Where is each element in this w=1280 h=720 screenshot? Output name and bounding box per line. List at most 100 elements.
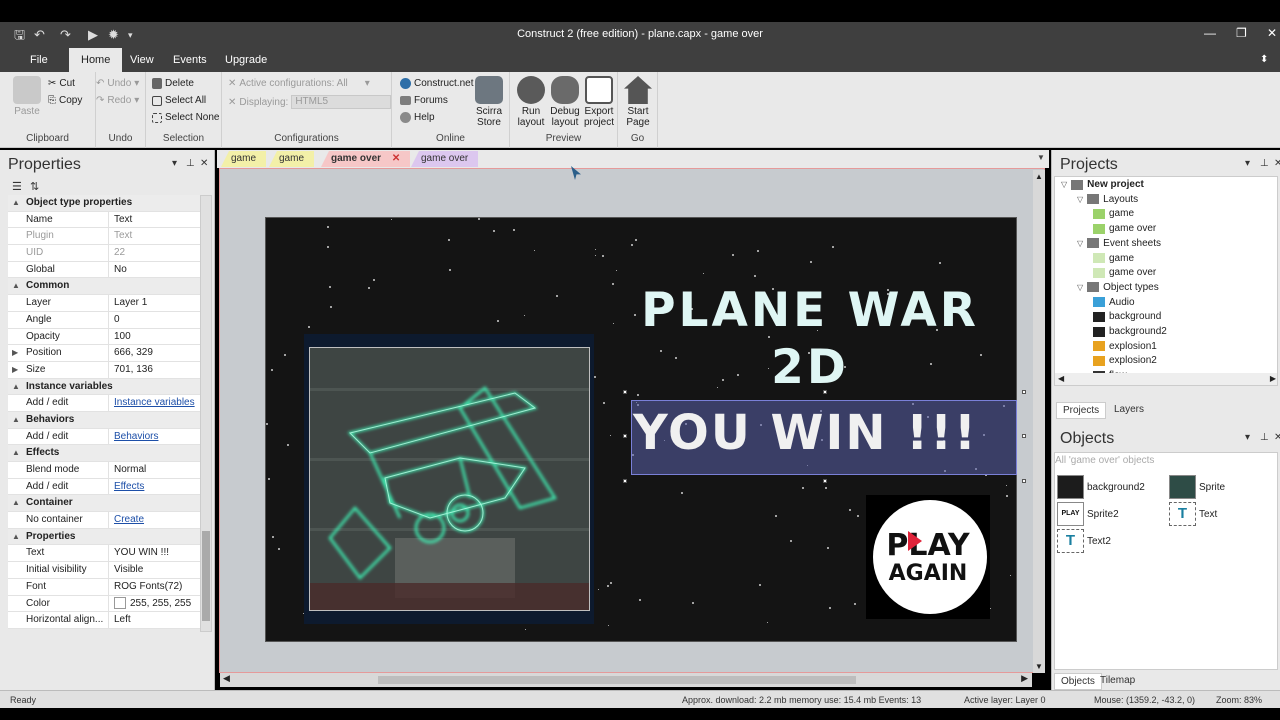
canvas-horizontal-scrollbar[interactable]: ◀ ▶ (220, 673, 1032, 687)
property-value[interactable]: Layer 1 (109, 295, 200, 311)
active-configurations-dropdown[interactable]: ✕ Active configurations: All ▾ (228, 78, 370, 89)
property-row[interactable]: ▶ Position 666, 329 (8, 345, 200, 362)
resize-handle[interactable] (1022, 434, 1026, 438)
tree-item[interactable]: game over (1093, 223, 1156, 234)
property-value[interactable]: ROG Fonts(72) (109, 579, 200, 595)
tab-layers[interactable]: Layers (1108, 402, 1150, 417)
expand-icon[interactable]: ▶ (12, 362, 18, 378)
objects-filter-input[interactable]: All 'game over' objects (1055, 455, 1154, 466)
property-row[interactable]: Initial visibility Visible (8, 562, 200, 579)
expand-icon[interactable]: ▶ (12, 345, 18, 361)
collapse-icon[interactable]: ▲ (12, 195, 20, 211)
property-value[interactable]: Normal (109, 462, 200, 478)
property-row[interactable]: UID 22 (8, 245, 200, 262)
pin-icon[interactable]: ⊥ (186, 158, 195, 169)
tree-expander-icon[interactable]: ▽ (1077, 283, 1083, 292)
property-value[interactable]: 255, 255, 255 (109, 596, 200, 612)
copy-button[interactable]: ⎘ Copy (48, 95, 82, 106)
properties-scroll-thumb[interactable] (202, 531, 210, 621)
object-item[interactable]: background2 (1057, 475, 1145, 499)
property-row[interactable]: Blend mode Normal (8, 462, 200, 479)
menu-file[interactable]: File (20, 48, 58, 72)
property-value[interactable]: 22 (109, 245, 200, 261)
panel-menu-icon[interactable]: ▾ (172, 158, 177, 169)
play-again-button[interactable]: PLAY AGAIN (866, 495, 990, 619)
property-category[interactable]: ▲ Container (8, 495, 200, 513)
property-row[interactable]: Font ROG Fonts(72) (8, 578, 200, 596)
property-row[interactable]: Angle 0 (8, 311, 200, 329)
tree-scroll-left-icon[interactable]: ◀ (1058, 374, 1064, 383)
property-row[interactable]: Add / edit Instance variables (8, 395, 200, 412)
forums-link[interactable]: Forums (400, 95, 448, 106)
property-value[interactable]: 0 (109, 312, 200, 328)
property-row[interactable]: Layer Layer 1 (8, 295, 200, 312)
resize-handle[interactable] (823, 479, 827, 483)
color-swatch[interactable] (114, 596, 126, 609)
property-row[interactable]: Add / edit Effects (8, 478, 200, 496)
scroll-left-icon[interactable]: ◀ (223, 673, 230, 684)
property-value[interactable]: Create (109, 512, 200, 528)
construct-net-link[interactable]: Construct.net (400, 78, 473, 89)
resize-handle[interactable] (1022, 479, 1026, 483)
tab-close-icon[interactable]: ✕ (392, 153, 400, 164)
object-item[interactable]: Sprite (1169, 475, 1225, 499)
minimize-button[interactable]: — (1204, 26, 1216, 40)
horizontal-scroll-thumb[interactable] (378, 676, 856, 684)
resize-handle[interactable] (823, 390, 827, 394)
objects-menu-icon[interactable]: ▾ (1245, 432, 1250, 443)
properties-scrollbar[interactable] (200, 195, 212, 632)
restore-button[interactable]: ❐ (1236, 26, 1247, 40)
property-row[interactable]: Horizontal align... Left (8, 612, 200, 629)
collapse-icon[interactable]: ▲ (12, 379, 20, 395)
property-row[interactable]: Text YOU WIN !!! (8, 545, 200, 563)
tree-item[interactable]: explosion2 (1093, 355, 1157, 366)
collapse-icon[interactable]: ▲ (12, 495, 20, 511)
property-value[interactable]: 666, 329 (109, 345, 200, 361)
collapse-icon[interactable]: ▲ (12, 445, 20, 461)
property-value[interactable]: YOU WIN !!! (109, 545, 200, 561)
scirra-store-button[interactable]: Scirra Store (472, 76, 506, 128)
tab-game-over-events[interactable]: game over (411, 151, 479, 167)
close-button[interactable]: ✕ (1267, 26, 1277, 40)
resize-handle[interactable] (623, 479, 627, 483)
property-category[interactable]: ▲ Object type properties (8, 195, 200, 212)
panel-close-icon[interactable]: ✕ (200, 158, 208, 169)
collapse-icon[interactable]: ▲ (12, 412, 20, 428)
tree-expander-icon[interactable]: ▽ (1077, 195, 1083, 204)
scroll-up-icon[interactable]: ▲ (1035, 172, 1043, 181)
run-layout-button[interactable]: Run layout (514, 76, 548, 128)
projects-close-icon[interactable]: ✕ (1274, 158, 1280, 169)
tree-item[interactable]: ▽ Event sheets (1077, 238, 1161, 249)
tabs-dropdown-icon[interactable]: ▼ (1037, 153, 1045, 162)
export-project-button[interactable]: Export project (582, 76, 616, 128)
menu-events[interactable]: Events (163, 48, 217, 72)
tab-game-over-layout[interactable]: game over ✕ (321, 151, 411, 167)
resize-handle[interactable] (1022, 390, 1026, 394)
select-all-button[interactable]: Select All (152, 95, 206, 106)
property-category[interactable]: ▲ Instance variables (8, 378, 200, 396)
tree-item[interactable]: game (1093, 208, 1134, 219)
select-none-button[interactable]: Select None (152, 112, 219, 123)
debug-layout-button[interactable]: Debug layout (548, 76, 582, 128)
property-value[interactable]: 701, 136 (109, 362, 200, 378)
property-row[interactable]: Opacity 100 (8, 328, 200, 346)
resize-handle[interactable] (623, 390, 627, 394)
canvas-vertical-scrollbar[interactable]: ▲ ▼ (1033, 170, 1045, 673)
property-value[interactable]: No (109, 262, 200, 278)
scroll-down-icon[interactable]: ▼ (1035, 662, 1043, 671)
collapse-icon[interactable]: ▲ (12, 278, 20, 294)
categorized-icon[interactable]: ☰ (12, 180, 22, 193)
start-page-button[interactable]: Start Page (621, 76, 655, 128)
undo-button[interactable]: ↶ Undo ▾ (96, 78, 139, 89)
tab-tilemap[interactable]: Tilemap (1094, 673, 1141, 688)
paste-button[interactable]: Paste (8, 76, 46, 117)
tree-item[interactable]: background (1093, 311, 1161, 322)
tree-item[interactable]: ▽ New project (1061, 179, 1144, 190)
property-row[interactable]: Color 255, 255, 255 (8, 595, 200, 613)
you-win-text[interactable]: YOU WIN !!! (633, 405, 978, 461)
tree-expander-icon[interactable]: ▽ (1061, 180, 1067, 189)
tree-expander-icon[interactable]: ▽ (1077, 239, 1083, 248)
object-item[interactable]: T Text (1169, 502, 1217, 526)
tree-item[interactable]: ▽ Layouts (1077, 194, 1138, 205)
redo-button[interactable]: ↷ Redo ▾ (96, 95, 139, 106)
